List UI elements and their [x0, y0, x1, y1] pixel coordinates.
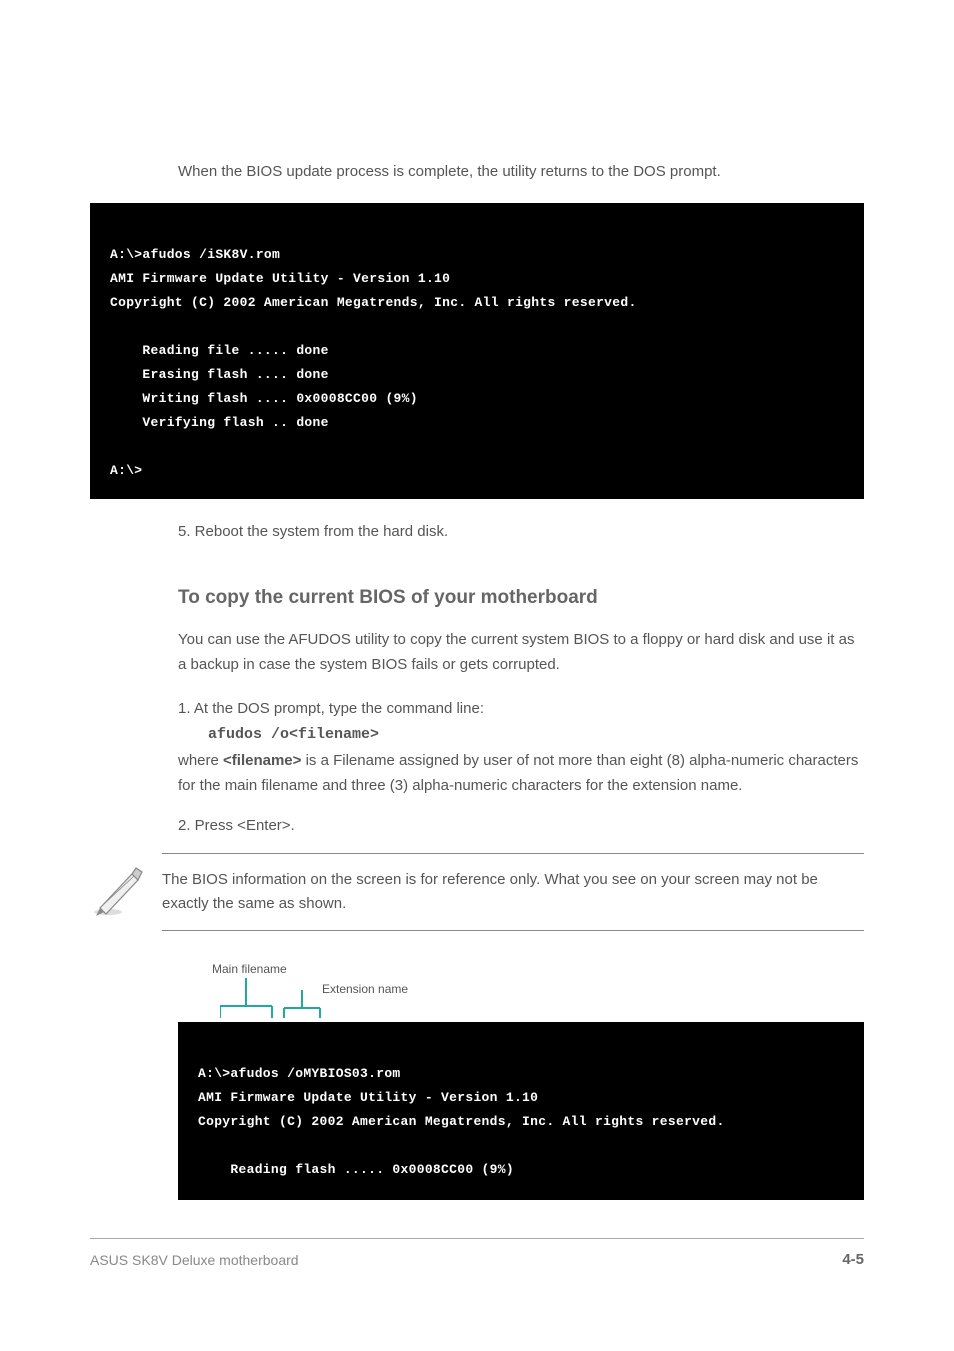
terminal-output-1: A:\>afudos /iSK8V.rom AMI Firmware Updat…	[90, 203, 864, 500]
footer-left: ASUS SK8V Deluxe motherboard	[90, 1252, 299, 1268]
footer-page-number: 4-5	[842, 1251, 864, 1268]
terminal-line: Writing flash .... 0x0008CC00 (9%)	[110, 391, 418, 406]
step-5: 5. Reboot the system from the hard disk.	[90, 519, 864, 545]
step-1-filename-ref: <filename>	[223, 752, 301, 769]
page-footer: ASUS SK8V Deluxe motherboard 4-5	[90, 1238, 864, 1268]
step-1-prefix: 1. At the DOS prompt, type the command l…	[178, 700, 484, 717]
terminal-line: Reading file ..... done	[110, 343, 329, 358]
note-divider-bottom	[162, 930, 864, 931]
terminal-line: AMI Firmware Update Utility - Version 1.…	[110, 271, 450, 286]
section-heading-copy-bios: To copy the current BIOS of your motherb…	[90, 587, 864, 609]
terminal-line: Reading flash ..... 0x0008CC00 (9%)	[198, 1162, 514, 1177]
terminal-line: AMI Firmware Update Utility - Version 1.…	[198, 1090, 538, 1105]
step-1-where: where	[178, 752, 223, 769]
step-1-command: afudos /o	[208, 726, 289, 743]
terminal-line: A:\>afudos /oMYBIOS03.rom	[198, 1066, 401, 1081]
label-main-filename: Main filename	[212, 962, 287, 976]
terminal-line: A:\>afudos /iSK8V.rom	[110, 247, 280, 262]
terminal-line: Copyright (C) 2002 American Megatrends, …	[198, 1114, 725, 1129]
step-2: 2. Press <Enter>.	[90, 813, 864, 839]
terminal-line: A:\>	[110, 463, 142, 478]
connector-lines	[220, 978, 350, 1026]
terminal-line: Copyright (C) 2002 American Megatrends, …	[110, 295, 637, 310]
intro-paragraph: You can use the AFUDOS utility to copy t…	[90, 627, 864, 678]
pen-icon	[90, 864, 146, 920]
terminal-line: Verifying flash .. done	[110, 415, 329, 430]
step-1: 1. At the DOS prompt, type the command l…	[90, 696, 864, 799]
step-1-filename-placeholder: <filename>	[289, 726, 379, 743]
command-annotation: Main filename Extension name	[90, 962, 864, 1022]
terminal-output-2: A:\>afudos /oMYBIOS03.rom AMI Firmware U…	[178, 1022, 864, 1200]
note-text: The BIOS information on the screen is fo…	[162, 854, 864, 930]
note-box: The BIOS information on the screen is fo…	[90, 852, 864, 932]
terminal-line: Erasing flash .... done	[110, 367, 329, 382]
paragraph-completion: When the BIOS update process is complete…	[90, 159, 864, 185]
